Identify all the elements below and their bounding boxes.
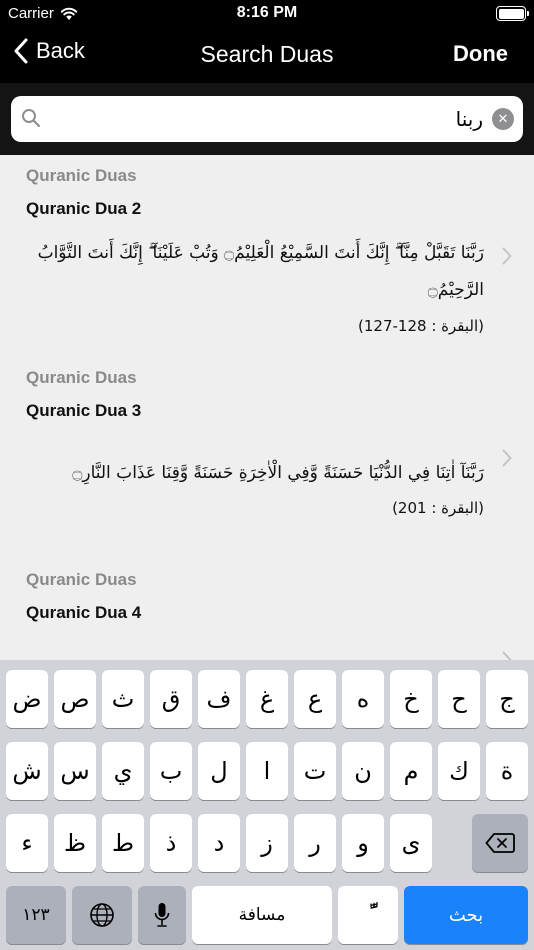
search-icon	[22, 109, 41, 128]
key[interactable]: ا	[246, 742, 288, 800]
nav-bar: Back Search Duas Done	[0, 28, 534, 83]
key[interactable]: ك	[438, 742, 480, 800]
globe-key[interactable]	[72, 886, 132, 944]
result-category: Quranic Duas	[26, 166, 137, 185]
key[interactable]: م	[390, 742, 432, 800]
status-time: 8:16 PM	[236, 4, 298, 21]
clear-search-button[interactable]: ✕	[492, 108, 514, 130]
done-button[interactable]: Done	[453, 41, 508, 67]
space-key[interactable]: مسافة	[192, 886, 332, 944]
battery-icon	[496, 6, 529, 21]
key[interactable]: ت	[294, 742, 336, 800]
result-category: Quranic Duas	[26, 570, 137, 589]
key[interactable]: ر	[294, 814, 336, 872]
microphone-icon	[154, 903, 170, 927]
key[interactable]: ه	[342, 670, 384, 728]
key[interactable]: ن	[342, 742, 384, 800]
chevron-right-icon	[502, 247, 512, 265]
key[interactable]: غ	[246, 670, 288, 728]
key[interactable]: ح	[438, 670, 480, 728]
key[interactable]: د	[198, 814, 240, 872]
key[interactable]: ف	[198, 670, 240, 728]
result-arabic-text: رَبَّنَا تَقَبَّلْ مِنَّآ ۖ إِنَّكَ أَنت…	[37, 243, 484, 300]
key[interactable]: ض	[6, 670, 48, 728]
key[interactable]: ث	[102, 670, 144, 728]
key[interactable]: ء	[6, 814, 48, 872]
backspace-key[interactable]	[472, 814, 528, 872]
key[interactable]: ش	[6, 742, 48, 800]
search-field[interactable]: ✕	[11, 96, 523, 142]
numbers-key[interactable]: ١٢٣	[6, 886, 66, 944]
backspace-icon	[485, 833, 515, 853]
result-reference: (البقرة : 201)	[392, 499, 484, 517]
key[interactable]: ق	[150, 670, 192, 728]
globe-icon	[90, 903, 114, 927]
chevron-right-icon	[502, 449, 512, 467]
result-arabic-text: رَبَّنَآ اٰتِنَا فِي الدُّنْيَا حَسَنَةً…	[72, 463, 484, 483]
key[interactable]: ط	[102, 814, 144, 872]
key[interactable]: س	[54, 742, 96, 800]
key[interactable]: ج	[486, 670, 528, 728]
key[interactable]: ع	[294, 670, 336, 728]
key[interactable]: ة	[486, 742, 528, 800]
search-key[interactable]: بحث	[404, 886, 528, 944]
search-input[interactable]	[51, 96, 483, 142]
key[interactable]: و	[342, 814, 384, 872]
status-bar: Carrier 8:16 PM	[0, 0, 534, 28]
key[interactable]: ظ	[54, 814, 96, 872]
diacritic-key[interactable]: ًّ	[338, 886, 398, 944]
result-title: Quranic Dua 2	[26, 199, 142, 218]
key[interactable]: ز	[246, 814, 288, 872]
key[interactable]: ص	[54, 670, 96, 728]
key[interactable]: ي	[102, 742, 144, 800]
close-icon: ✕	[497, 111, 509, 126]
key[interactable]: خ	[390, 670, 432, 728]
result-category: Quranic Duas	[26, 368, 137, 387]
key[interactable]: ذ	[150, 814, 192, 872]
key[interactable]: ل	[198, 742, 240, 800]
result-reference: (البقرة : 128-127)	[358, 317, 484, 335]
dictation-key[interactable]	[138, 886, 186, 944]
key[interactable]: ى	[390, 814, 432, 872]
result-title: Quranic Dua 3	[26, 401, 142, 420]
key[interactable]: ب	[150, 742, 192, 800]
arabic-keyboard: ض ص ث ق ف غ ع ه خ ح ج ش س ي ب ل ا ت ن م …	[0, 660, 534, 950]
result-item[interactable]: Quranic Duas Quranic Dua 3 رَبَّنَآ اٰتِ…	[0, 357, 534, 557]
result-title: Quranic Dua 4	[26, 603, 142, 622]
result-item[interactable]: Quranic Duas Quranic Dua 4	[0, 559, 534, 660]
search-bar: ✕	[0, 83, 534, 155]
result-item[interactable]: Quranic Duas Quranic Dua 2 رَبَّنَا تَقَ…	[0, 155, 534, 355]
chevron-right-icon	[502, 651, 512, 660]
results-list: Quranic Duas Quranic Dua 2 رَبَّنَا تَقَ…	[0, 155, 534, 660]
